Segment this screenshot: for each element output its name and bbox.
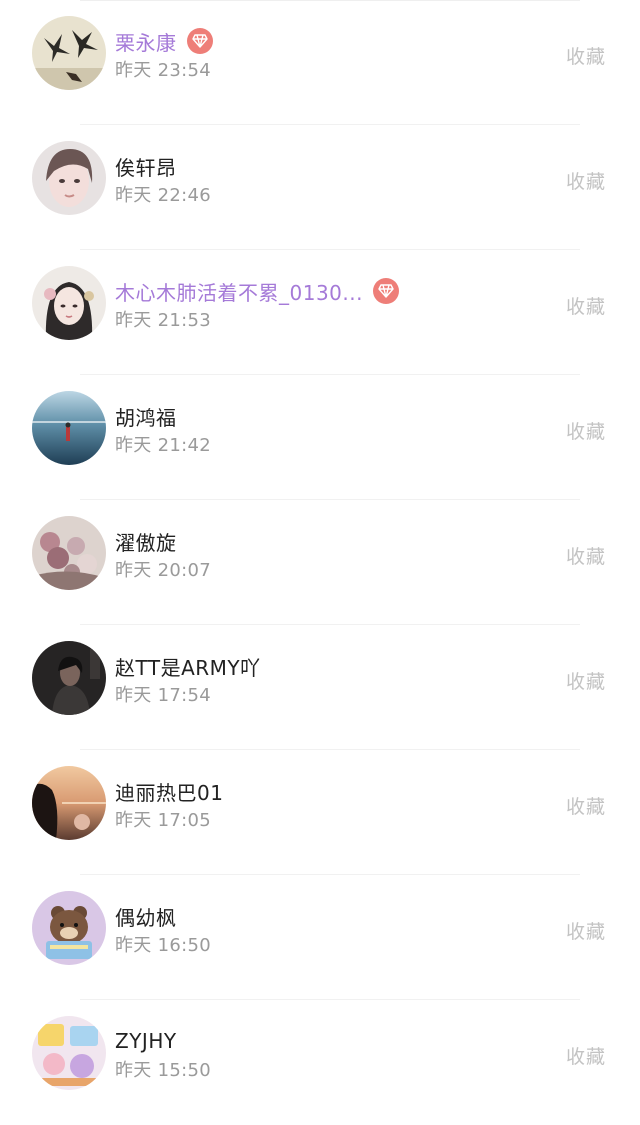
user-name[interactable]: 赵TT是ARMY吖: [115, 652, 261, 681]
name-line: ZYJHY: [115, 1026, 177, 1056]
list-item[interactable]: 濯傲旋 昨天 20:07 收藏: [0, 500, 640, 625]
user-name[interactable]: 偶幼枫: [115, 902, 177, 931]
name-line: 栗永康: [115, 26, 213, 56]
visit-time: 昨天 21:42: [115, 435, 211, 456]
avatar[interactable]: [32, 141, 106, 215]
list-item[interactable]: 迪丽热巴01 昨天 17:05 收藏: [0, 750, 640, 875]
list-item[interactable]: ZYJHY 昨天 15:50 收藏: [0, 1000, 640, 1125]
name-line: 赵TT是ARMY吖: [115, 651, 261, 681]
user-name[interactable]: 胡鸿福: [115, 402, 177, 431]
list-item[interactable]: 胡鸿福 昨天 21:42 收藏: [0, 375, 640, 500]
user-name[interactable]: 濯傲旋: [115, 527, 177, 556]
user-name[interactable]: 木心木肺活着不累_0130...: [115, 277, 363, 306]
list-item[interactable]: 木心木肺活着不累_0130... 昨天 21:53 收藏: [0, 250, 640, 375]
name-line: 濯傲旋: [115, 526, 177, 556]
collect-button[interactable]: 收藏: [566, 42, 606, 69]
list-item[interactable]: 赵TT是ARMY吖 昨天 17:54 收藏: [0, 625, 640, 750]
avatar[interactable]: [32, 516, 106, 590]
visit-time: 昨天 23:54: [115, 60, 211, 81]
collect-button[interactable]: 收藏: [566, 542, 606, 569]
avatar[interactable]: [32, 1016, 106, 1090]
name-line: 胡鸿福: [115, 401, 177, 431]
collect-button[interactable]: 收藏: [566, 167, 606, 194]
visit-time: 昨天 17:05: [115, 810, 211, 831]
avatar[interactable]: [32, 641, 106, 715]
avatar[interactable]: [32, 266, 106, 340]
collect-button[interactable]: 收藏: [566, 667, 606, 694]
name-line: 俟轩昂: [115, 151, 177, 181]
avatar[interactable]: [32, 391, 106, 465]
name-line: 木心木肺活着不累_0130...: [115, 276, 399, 306]
visit-time: 昨天 16:50: [115, 935, 211, 956]
collect-button[interactable]: 收藏: [566, 792, 606, 819]
list-item[interactable]: 栗永康 昨天 23:54 收藏: [0, 0, 640, 125]
visit-time: 昨天 15:50: [115, 1060, 211, 1081]
visit-time: 昨天 21:53: [115, 310, 211, 331]
visit-time: 昨天 22:46: [115, 185, 211, 206]
collect-button[interactable]: 收藏: [566, 417, 606, 444]
name-line: 偶幼枫: [115, 901, 177, 931]
list-item[interactable]: 偶幼枫 昨天 16:50 收藏: [0, 875, 640, 1000]
collect-button[interactable]: 收藏: [566, 1042, 606, 1069]
list-item[interactable]: 俟轩昂 昨天 22:46 收藏: [0, 125, 640, 250]
collect-button[interactable]: 收藏: [566, 917, 606, 944]
user-name[interactable]: ZYJHY: [115, 1029, 177, 1053]
user-name[interactable]: 迪丽热巴01: [115, 777, 223, 806]
user-name[interactable]: 栗永康: [115, 27, 177, 56]
diamond-icon: [372, 278, 399, 304]
avatar[interactable]: [32, 16, 106, 90]
visit-time: 昨天 17:54: [115, 685, 211, 706]
avatar[interactable]: [32, 891, 106, 965]
name-line: 迪丽热巴01: [115, 776, 223, 806]
visit-time: 昨天 20:07: [115, 560, 211, 581]
avatar[interactable]: [32, 766, 106, 840]
diamond-icon: [186, 28, 213, 54]
collect-button[interactable]: 收藏: [566, 292, 606, 319]
user-name[interactable]: 俟轩昂: [115, 152, 177, 181]
